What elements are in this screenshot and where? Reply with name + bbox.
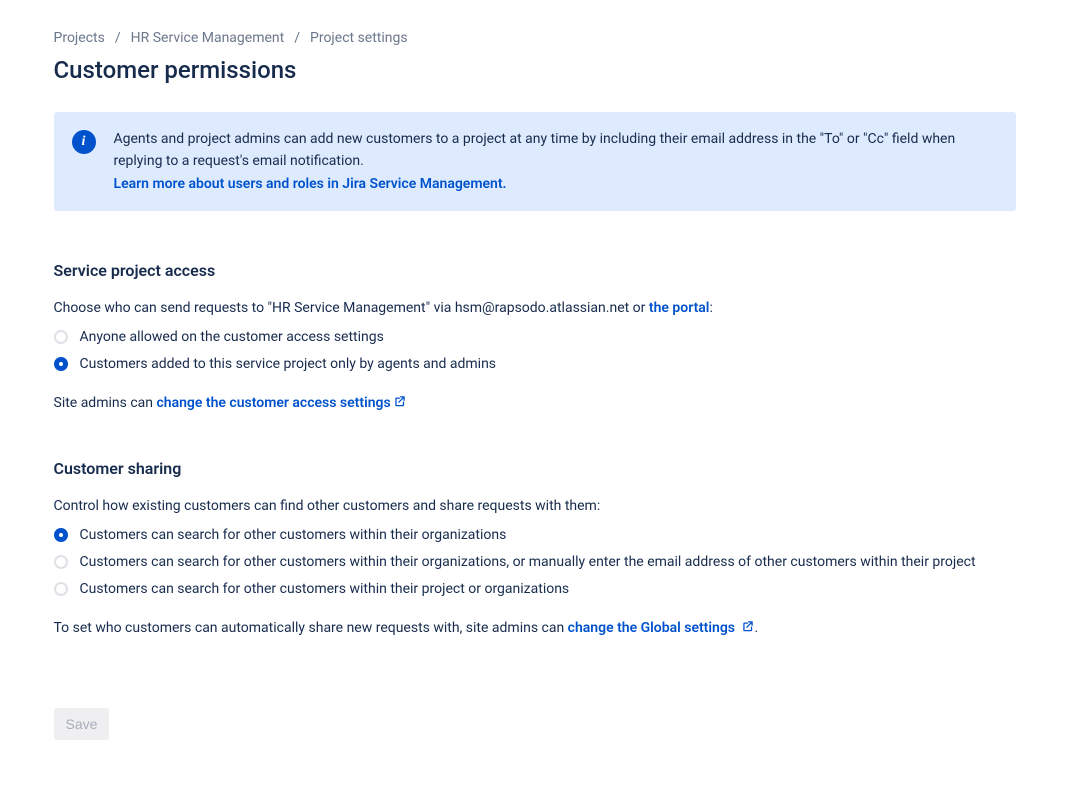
service-project-access-desc: Choose who can send requests to "HR Serv…: [54, 298, 1016, 319]
change-customer-access-settings-link[interactable]: change the customer access settings: [156, 395, 406, 411]
footnote-text: Site admins can: [54, 395, 157, 411]
service-project-access-title: Service project access: [54, 261, 1016, 280]
page-title: Customer permissions: [54, 56, 1016, 84]
radio-label: Customers can search for other customers…: [80, 552, 976, 573]
radio-option-search-within-orgs[interactable]: Customers can search for other customers…: [54, 525, 1016, 546]
service-project-access-footnote: Site admins can change the customer acce…: [54, 393, 1016, 415]
footnote-text: To set who customers can automatically s…: [54, 620, 568, 636]
info-panel-message: Agents and project admins can add new cu…: [114, 131, 956, 169]
customer-sharing-footnote: To set who customers can automatically s…: [54, 618, 1016, 640]
breadcrumb-separator: /: [294, 30, 300, 46]
radio-label: Customers can search for other customers…: [80, 579, 570, 600]
service-project-access-section: Service project access Choose who can se…: [54, 261, 1016, 415]
info-icon: i: [72, 130, 96, 154]
radio-icon: [54, 528, 68, 542]
customer-sharing-desc: Control how existing customers can find …: [54, 496, 1016, 517]
info-panel-text: Agents and project admins can add new cu…: [114, 128, 998, 195]
radio-label: Customers can search for other customers…: [80, 525, 507, 546]
breadcrumb-project-settings[interactable]: Project settings: [310, 30, 408, 46]
external-link-icon: [393, 394, 407, 415]
radio-label: Anyone allowed on the customer access se…: [80, 327, 384, 348]
radio-icon: [54, 582, 68, 596]
radio-icon: [54, 330, 68, 344]
desc-text-end: :: [709, 300, 712, 316]
breadcrumb-projects[interactable]: Projects: [54, 30, 105, 46]
customer-sharing-title: Customer sharing: [54, 459, 1016, 478]
external-link-icon: [741, 619, 755, 640]
change-global-settings-link[interactable]: change the Global settings: [568, 620, 755, 636]
radio-option-customers-added-by-agents[interactable]: Customers added to this service project …: [54, 354, 1016, 375]
radio-icon: [54, 357, 68, 371]
service-project-access-radio-group: Anyone allowed on the customer access se…: [54, 327, 1016, 375]
save-button[interactable]: Save: [54, 708, 110, 740]
info-panel-learn-more-link[interactable]: Learn more about users and roles in Jira…: [114, 176, 507, 192]
customer-sharing-radio-group: Customers can search for other customers…: [54, 525, 1016, 600]
breadcrumb-hr-service-management[interactable]: HR Service Management: [131, 30, 285, 46]
desc-text: Choose who can send requests to "HR Serv…: [54, 300, 649, 316]
info-panel: i Agents and project admins can add new …: [54, 112, 1016, 211]
customer-sharing-section: Customer sharing Control how existing cu…: [54, 459, 1016, 640]
portal-link[interactable]: the portal: [649, 300, 710, 316]
radio-icon: [54, 555, 68, 569]
radio-label: Customers added to this service project …: [80, 354, 497, 375]
radio-option-anyone-allowed[interactable]: Anyone allowed on the customer access se…: [54, 327, 1016, 348]
footnote-text-end: .: [755, 620, 759, 636]
breadcrumb: Projects / HR Service Management / Proje…: [54, 30, 1016, 46]
breadcrumb-separator: /: [115, 30, 121, 46]
radio-option-search-orgs-or-manual-email[interactable]: Customers can search for other customers…: [54, 552, 1016, 573]
radio-option-search-project-or-orgs[interactable]: Customers can search for other customers…: [54, 579, 1016, 600]
